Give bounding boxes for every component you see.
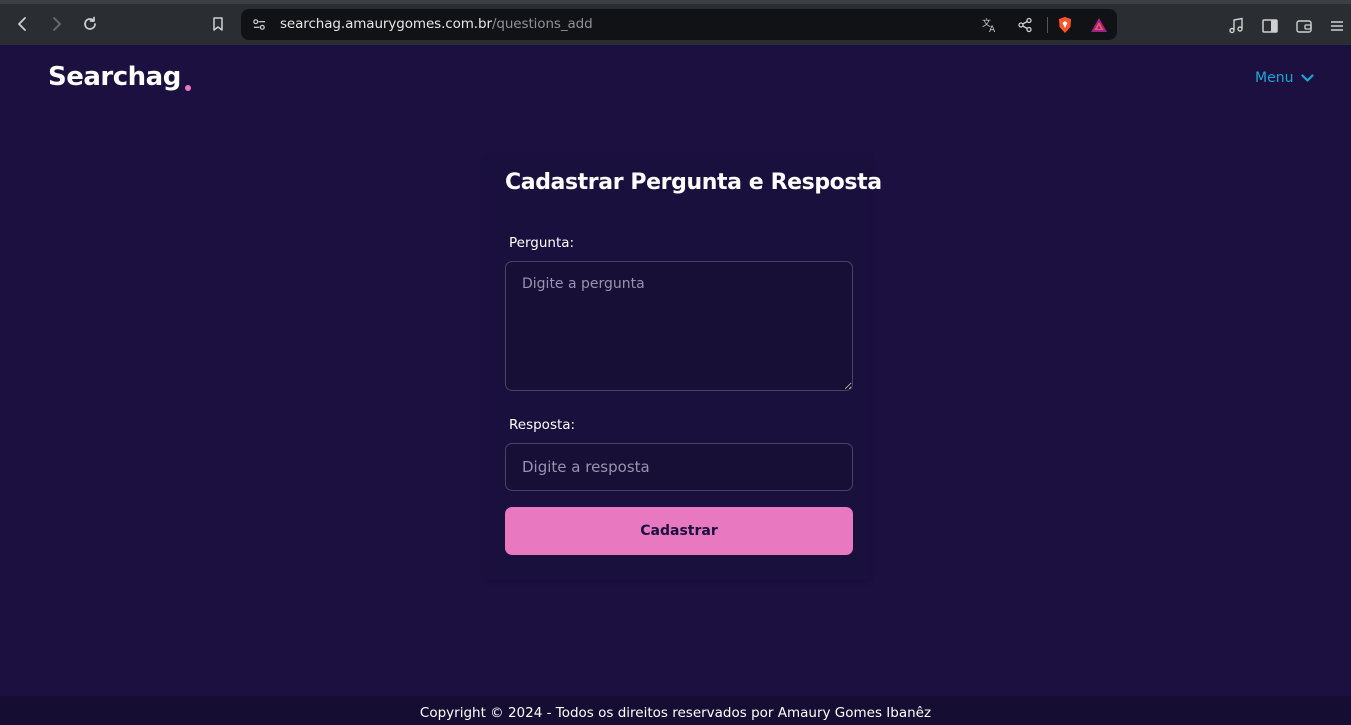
address-bar[interactable]: searchag.amaurygomes.com.br/questions_ad… [241, 9, 1117, 40]
media-icon [1229, 17, 1243, 34]
url-domain: searchag.amaurygomes.com.br [280, 16, 492, 32]
site-logo[interactable]: Searchag [48, 62, 181, 92]
forward-button[interactable] [43, 11, 69, 37]
submit-button[interactable]: Cadastrar [505, 507, 853, 555]
forward-icon [53, 17, 61, 31]
url-separator [1047, 17, 1048, 33]
menu-label: Menu [1255, 70, 1294, 86]
bookmark-button[interactable] [205, 11, 231, 37]
brave-rewards-button[interactable] [1090, 16, 1108, 34]
sidebar-icon [1262, 19, 1278, 33]
site-settings-icon[interactable] [252, 17, 267, 32]
back-icon [18, 17, 26, 31]
answer-label: Resposta: [509, 417, 576, 433]
wallet-button[interactable] [1295, 17, 1313, 35]
share-button[interactable] [1016, 16, 1034, 34]
question-textarea[interactable] [505, 261, 853, 391]
svg-text:A: A [989, 25, 996, 34]
translate-button[interactable]: 文A [981, 16, 999, 34]
brave-shields-icon [1059, 17, 1071, 33]
url-path: /questions_add [491, 16, 593, 32]
browser-menu-button[interactable] [1328, 17, 1346, 35]
brave-shields-button[interactable] [1056, 16, 1074, 34]
media-button[interactable] [1227, 17, 1245, 35]
hamburger-menu-icon [1331, 21, 1343, 31]
back-button[interactable] [10, 11, 36, 37]
copyright-text: Copyright © 2024 - Todos os direitos res… [419, 705, 932, 721]
logo-dot [185, 85, 191, 91]
chevron-down-icon [1301, 73, 1315, 82]
browser-toolbar: searchag.amaurygomes.com.br/questions_ad… [0, 0, 1351, 45]
reload-button[interactable] [77, 11, 103, 37]
wallet-icon [1296, 20, 1312, 33]
reload-icon [84, 16, 96, 30]
footer: Copyright © 2024 - Todos os direitos res… [0, 696, 1351, 725]
bookmark-icon [213, 17, 223, 31]
translate-icon: 文A [982, 17, 996, 34]
brave-rewards-icon [1091, 18, 1107, 32]
page-title: Cadastrar Pergunta e Resposta [505, 170, 882, 195]
sidebar-button[interactable] [1261, 17, 1279, 35]
answer-input[interactable] [505, 443, 853, 491]
menu-toggle[interactable]: Menu [1255, 70, 1315, 86]
share-icon [1018, 17, 1032, 33]
question-label: Pergunta: [509, 235, 575, 251]
url-text: searchag.amaurygomes.com.br/questions_ad… [280, 16, 593, 32]
